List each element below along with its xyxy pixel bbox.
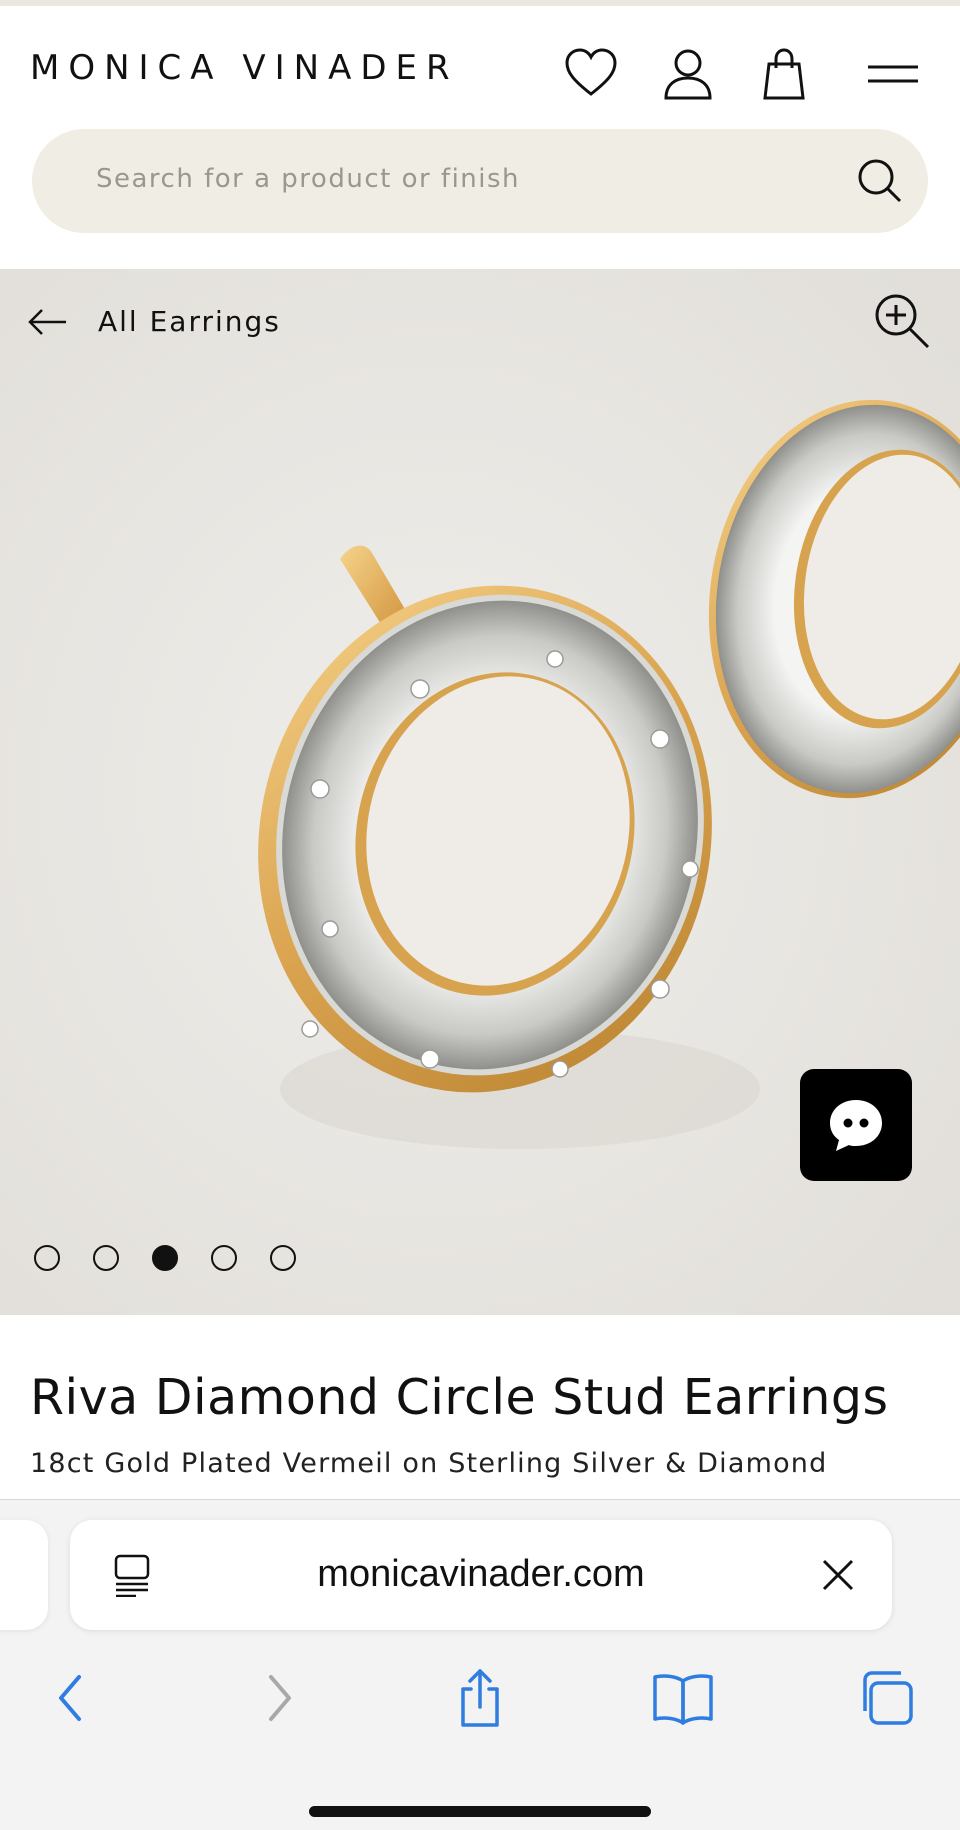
chat-icon (830, 1100, 882, 1151)
book-icon (653, 1674, 713, 1725)
search-input[interactable]: Search for a product or finish (32, 129, 928, 233)
slide-dot-5[interactable] (270, 1245, 296, 1271)
share-button[interactable] (440, 1658, 520, 1738)
chevron-right-icon (269, 1675, 291, 1721)
arrow-left-icon (28, 308, 66, 335)
slide-dot-1[interactable] (34, 1245, 60, 1271)
browser-chrome: monicavinader.com (0, 1499, 960, 1830)
address-bar[interactable]: monicavinader.com (70, 1520, 892, 1630)
browser-forward-button[interactable] (238, 1658, 318, 1738)
back-to-all-earrings[interactable]: All Earrings (28, 305, 281, 338)
search-icon[interactable] (854, 155, 906, 207)
slide-dot-2[interactable] (93, 1245, 119, 1271)
heart-icon (565, 48, 617, 96)
share-icon (461, 1669, 499, 1727)
user-icon (664, 49, 712, 100)
zoom-in-icon[interactable] (872, 291, 932, 351)
account-button[interactable] (658, 44, 718, 104)
product-info: Riva Diamond Circle Stud Earrings 18ct G… (0, 1315, 960, 1500)
chevron-left-icon (59, 1675, 81, 1721)
back-label: All Earrings (98, 305, 281, 338)
tabs-button[interactable] (846, 1658, 926, 1738)
product-material: 18ct Gold Plated Vermeil on Sterling Sil… (30, 1448, 828, 1479)
chat-button[interactable] (800, 1069, 912, 1181)
browser-back-button[interactable] (32, 1658, 112, 1738)
bookmarks-button[interactable] (643, 1658, 723, 1738)
hamburger-menu-icon (868, 65, 918, 83)
bag-button[interactable] (754, 44, 814, 104)
slide-indicators (34, 1245, 329, 1271)
home-indicator[interactable] (309, 1806, 651, 1817)
brand-logo[interactable]: MONICA VINADER (30, 48, 459, 88)
search-placeholder: Search for a product or finish (96, 164, 521, 194)
shopping-bag-icon (763, 48, 805, 100)
previous-tab[interactable] (0, 1520, 48, 1630)
menu-button[interactable] (863, 44, 923, 104)
site-header: MONICA VINADER Search for a product or f… (0, 6, 960, 266)
url-text: monicavinader.com (317, 1553, 645, 1595)
close-icon[interactable] (820, 1557, 856, 1593)
product-title: Riva Diamond Circle Stud Earrings (30, 1369, 889, 1426)
slide-dot-4[interactable] (211, 1245, 237, 1271)
browser-toolbar (0, 1658, 960, 1738)
wishlist-button[interactable] (561, 44, 621, 104)
product-image-gallery[interactable]: All Earrings (0, 269, 960, 1315)
tabs-icon (863, 1671, 913, 1725)
slide-dot-3[interactable] (152, 1245, 178, 1271)
